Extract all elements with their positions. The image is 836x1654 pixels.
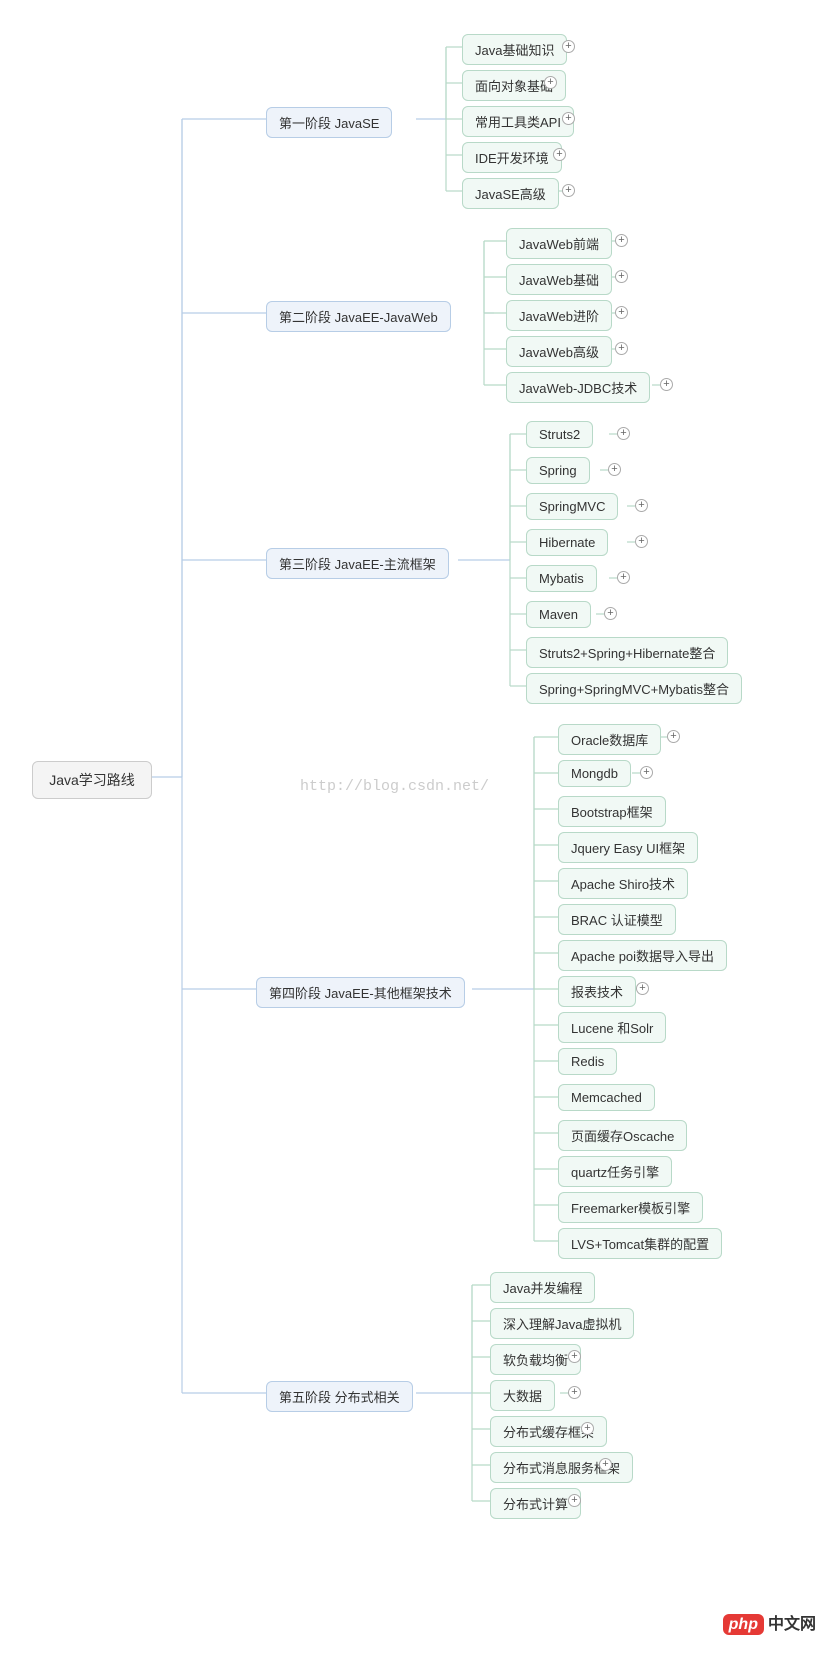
leaf-node[interactable]: Jquery Easy UI框架 [558,832,698,863]
leaf-node[interactable]: BRAC 认证模型 [558,904,676,935]
root-node[interactable]: Java学习路线 [32,761,152,799]
watermark-text: http://blog.csdn.net/ [300,778,489,795]
expand-icon[interactable]: + [636,982,649,995]
leaf-node[interactable]: JavaWeb进阶 [506,300,612,331]
leaf-node[interactable]: IDE开发环境 [462,142,562,173]
expand-icon[interactable]: + [617,571,630,584]
leaf-node[interactable]: JavaWeb高级 [506,336,612,367]
expand-icon[interactable]: + [568,1494,581,1507]
leaf-node[interactable]: Freemarker模板引擎 [558,1192,703,1223]
leaf-node[interactable]: Struts2 [526,421,593,448]
leaf-node[interactable]: Apache poi数据导入导出 [558,940,727,971]
expand-icon[interactable]: + [604,607,617,620]
leaf-node[interactable]: Mongdb [558,760,631,787]
footer-logo-cn: 中文网 [768,1616,816,1633]
leaf-node[interactable]: Bootstrap框架 [558,796,666,827]
leaf-node[interactable]: 页面缓存Oscache [558,1120,687,1151]
phase-node[interactable]: 第一阶段 JavaSE [266,107,392,138]
leaf-node[interactable]: 报表技术 [558,976,636,1007]
expand-icon[interactable]: + [635,499,648,512]
expand-icon[interactable]: + [553,148,566,161]
leaf-node[interactable]: Mybatis [526,565,597,592]
expand-icon[interactable]: + [608,463,621,476]
leaf-node[interactable]: Hibernate [526,529,608,556]
expand-icon[interactable]: + [615,234,628,247]
leaf-node[interactable]: 大数据 [490,1380,555,1411]
leaf-node[interactable]: LVS+Tomcat集群的配置 [558,1228,722,1259]
expand-icon[interactable]: + [615,270,628,283]
footer-logo-php: php [723,1614,764,1635]
phase-node[interactable]: 第二阶段 JavaEE-JavaWeb [266,301,451,332]
leaf-node[interactable]: JavaWeb基础 [506,264,612,295]
expand-icon[interactable]: + [615,342,628,355]
expand-icon[interactable]: + [599,1458,612,1471]
expand-icon[interactable]: + [544,76,557,89]
leaf-node[interactable]: Maven [526,601,591,628]
leaf-node[interactable]: quartz任务引擎 [558,1156,672,1187]
leaf-node[interactable]: 分布式计算 [490,1488,581,1519]
leaf-node[interactable]: JavaSE高级 [462,178,559,209]
expand-icon[interactable]: + [562,112,575,125]
leaf-node[interactable]: Redis [558,1048,617,1075]
footer-logo: php中文网 [723,1610,816,1634]
expand-icon[interactable]: + [635,535,648,548]
leaf-node[interactable]: Memcached [558,1084,655,1111]
leaf-node[interactable]: JavaWeb-JDBC技术 [506,372,650,403]
leaf-node[interactable]: 深入理解Java虚拟机 [490,1308,634,1339]
leaf-node[interactable]: Java基础知识 [462,34,567,65]
leaf-node[interactable]: Spring [526,457,590,484]
expand-icon[interactable]: + [568,1386,581,1399]
expand-icon[interactable]: + [568,1350,581,1363]
leaf-node[interactable]: Apache Shiro技术 [558,868,688,899]
leaf-node[interactable]: 软负载均衡 [490,1344,581,1375]
expand-icon[interactable]: + [640,766,653,779]
leaf-node[interactable]: Struts2+Spring+Hibernate整合 [526,637,728,668]
leaf-node[interactable]: JavaWeb前端 [506,228,612,259]
expand-icon[interactable]: + [581,1422,594,1435]
expand-icon[interactable]: + [617,427,630,440]
expand-icon[interactable]: + [562,184,575,197]
expand-icon[interactable]: + [667,730,680,743]
phase-node[interactable]: 第三阶段 JavaEE-主流框架 [266,548,449,579]
expand-icon[interactable]: + [660,378,673,391]
leaf-node[interactable]: 常用工具类API [462,106,574,137]
leaf-node[interactable]: 分布式消息服务框架 [490,1452,633,1483]
leaf-node[interactable]: Lucene 和Solr [558,1012,666,1043]
expand-icon[interactable]: + [615,306,628,319]
leaf-node[interactable]: Oracle数据库 [558,724,661,755]
leaf-node[interactable]: SpringMVC [526,493,618,520]
phase-node[interactable]: 第四阶段 JavaEE-其他框架技术 [256,977,465,1008]
expand-icon[interactable]: + [562,40,575,53]
leaf-node[interactable]: Spring+SpringMVC+Mybatis整合 [526,673,742,704]
leaf-node[interactable]: Java并发编程 [490,1272,595,1303]
phase-node[interactable]: 第五阶段 分布式相关 [266,1381,413,1412]
